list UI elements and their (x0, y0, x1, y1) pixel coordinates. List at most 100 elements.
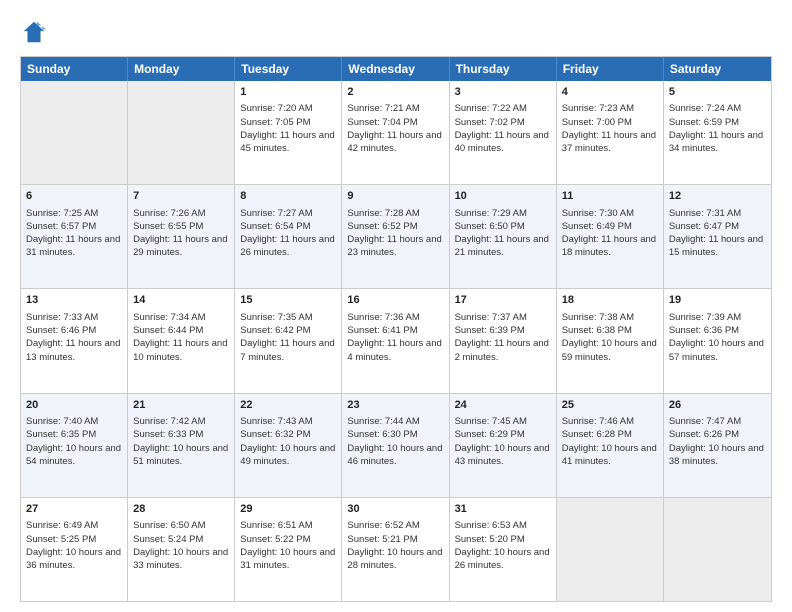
day-number: 1 (240, 85, 336, 100)
day-content-line: Daylight: 11 hours and 15 minutes. (669, 233, 766, 260)
day-number: 7 (133, 189, 229, 204)
day-content-line: Daylight: 11 hours and 29 minutes. (133, 233, 229, 260)
day-number: 16 (347, 293, 443, 308)
day-content-line: Sunrise: 7:29 AM (455, 207, 551, 220)
day-content-line: Daylight: 11 hours and 37 minutes. (562, 129, 658, 156)
weekday-header-friday: Friday (557, 57, 664, 81)
day-content-line: Sunrise: 7:45 AM (455, 415, 551, 428)
day-content-line: Sunrise: 6:51 AM (240, 519, 336, 532)
day-content-line: Sunset: 5:22 PM (240, 533, 336, 546)
logo-icon (20, 18, 48, 46)
day-content-line: Sunset: 6:28 PM (562, 428, 658, 441)
day-number: 22 (240, 398, 336, 413)
day-number: 25 (562, 398, 658, 413)
day-content-line: Sunrise: 7:44 AM (347, 415, 443, 428)
day-content-line: Daylight: 10 hours and 28 minutes. (347, 546, 443, 573)
day-content-line: Daylight: 11 hours and 23 minutes. (347, 233, 443, 260)
day-content-line: Sunrise: 7:22 AM (455, 102, 551, 115)
day-cell-3: 3Sunrise: 7:22 AMSunset: 7:02 PMDaylight… (450, 81, 557, 184)
header (20, 18, 772, 46)
day-number: 15 (240, 293, 336, 308)
weekday-header-monday: Monday (128, 57, 235, 81)
day-content-line: Sunrise: 7:30 AM (562, 207, 658, 220)
day-content-line: Sunset: 5:20 PM (455, 533, 551, 546)
day-content-line: Sunset: 5:25 PM (26, 533, 122, 546)
day-cell-22: 22Sunrise: 7:43 AMSunset: 6:32 PMDayligh… (235, 394, 342, 497)
day-number: 3 (455, 85, 551, 100)
day-cell-19: 19Sunrise: 7:39 AMSunset: 6:36 PMDayligh… (664, 289, 771, 392)
day-number: 13 (26, 293, 122, 308)
day-content-line: Sunrise: 7:26 AM (133, 207, 229, 220)
day-number: 31 (455, 502, 551, 517)
day-number: 19 (669, 293, 766, 308)
day-number: 9 (347, 189, 443, 204)
day-content-line: Sunset: 6:41 PM (347, 324, 443, 337)
day-content-line: Sunset: 6:42 PM (240, 324, 336, 337)
calendar-row-1: 1Sunrise: 7:20 AMSunset: 7:05 PMDaylight… (21, 81, 771, 184)
day-content-line: Sunrise: 7:28 AM (347, 207, 443, 220)
day-content-line: Daylight: 11 hours and 2 minutes. (455, 337, 551, 364)
day-content-line: Sunrise: 7:40 AM (26, 415, 122, 428)
day-content-line: Daylight: 10 hours and 54 minutes. (26, 442, 122, 469)
day-content-line: Sunrise: 7:21 AM (347, 102, 443, 115)
day-content-line: Daylight: 10 hours and 33 minutes. (133, 546, 229, 573)
day-number: 10 (455, 189, 551, 204)
empty-cell (557, 498, 664, 601)
day-content-line: Daylight: 11 hours and 42 minutes. (347, 129, 443, 156)
day-content-line: Sunset: 6:52 PM (347, 220, 443, 233)
day-cell-21: 21Sunrise: 7:42 AMSunset: 6:33 PMDayligh… (128, 394, 235, 497)
day-cell-28: 28Sunrise: 6:50 AMSunset: 5:24 PMDayligh… (128, 498, 235, 601)
day-content-line: Sunset: 7:05 PM (240, 116, 336, 129)
day-content-line: Daylight: 10 hours and 59 minutes. (562, 337, 658, 364)
day-content-line: Sunset: 6:57 PM (26, 220, 122, 233)
day-content-line: Daylight: 11 hours and 45 minutes. (240, 129, 336, 156)
day-number: 27 (26, 502, 122, 517)
day-content-line: Sunset: 6:33 PM (133, 428, 229, 441)
day-content-line: Sunrise: 6:52 AM (347, 519, 443, 532)
day-number: 6 (26, 189, 122, 204)
weekday-header-thursday: Thursday (450, 57, 557, 81)
day-cell-25: 25 Sunrise: 7:46 AMSunset: 6:28 PMDayligh… (557, 394, 664, 497)
day-content-line: Sunset: 6:47 PM (669, 220, 766, 233)
empty-cell (128, 81, 235, 184)
day-content-line: Sunrise: 7:46 AM (562, 415, 658, 428)
day-content-line: Daylight: 10 hours and 41 minutes. (562, 442, 658, 469)
day-cell-5: 5Sunrise: 7:24 AMSunset: 6:59 PMDaylight… (664, 81, 771, 184)
day-content-line: Sunrise: 7:31 AM (669, 207, 766, 220)
day-number: 2 (347, 85, 443, 100)
day-number: 18 (562, 293, 658, 308)
day-content-line: Daylight: 11 hours and 21 minutes. (455, 233, 551, 260)
day-number: 30 (347, 502, 443, 517)
page: SundayMondayTuesdayWednesdayThursdayFrid… (0, 0, 792, 612)
day-content-line: Daylight: 10 hours and 36 minutes. (26, 546, 122, 573)
day-content-line: Sunrise: 7:38 AM (562, 311, 658, 324)
day-cell-18: 18Sunrise: 7:38 AMSunset: 6:38 PMDayligh… (557, 289, 664, 392)
calendar-row-2: 6Sunrise: 7:25 AMSunset: 6:57 PMDaylight… (21, 184, 771, 288)
weekday-header-sunday: Sunday (21, 57, 128, 81)
day-cell-20: 20Sunrise: 7:40 AMSunset: 6:35 PMDayligh… (21, 394, 128, 497)
day-content-line: Sunset: 7:04 PM (347, 116, 443, 129)
day-content-line: Sunset: 5:24 PM (133, 533, 229, 546)
day-content-line: Daylight: 10 hours and 49 minutes. (240, 442, 336, 469)
day-cell-16: 16Sunrise: 7:36 AMSunset: 6:41 PMDayligh… (342, 289, 449, 392)
day-content-line: Sunset: 6:44 PM (133, 324, 229, 337)
day-cell-15: 15Sunrise: 7:35 AMSunset: 6:42 PMDayligh… (235, 289, 342, 392)
day-number: 11 (562, 189, 658, 204)
day-content-line: Sunrise: 7:34 AM (133, 311, 229, 324)
day-content-line: Daylight: 10 hours and 46 minutes. (347, 442, 443, 469)
day-cell-26: 26Sunrise: 7:47 AMSunset: 6:26 PMDayligh… (664, 394, 771, 497)
day-content-line: Daylight: 11 hours and 10 minutes. (133, 337, 229, 364)
weekday-header-saturday: Saturday (664, 57, 771, 81)
day-content-line: Sunset: 6:55 PM (133, 220, 229, 233)
day-cell-4: 4Sunrise: 7:23 AMSunset: 7:00 PMDaylight… (557, 81, 664, 184)
day-cell-10: 10Sunrise: 7:29 AMSunset: 6:50 PMDayligh… (450, 185, 557, 288)
day-cell-13: 13Sunrise: 7:33 AMSunset: 6:46 PMDayligh… (21, 289, 128, 392)
day-content-line: Sunset: 7:02 PM (455, 116, 551, 129)
logo (20, 18, 52, 46)
day-content-line: Sunset: 6:39 PM (455, 324, 551, 337)
calendar-row-3: 13Sunrise: 7:33 AMSunset: 6:46 PMDayligh… (21, 288, 771, 392)
day-content-line: Daylight: 11 hours and 18 minutes. (562, 233, 658, 260)
day-content-line: Sunrise: 7:47 AM (669, 415, 766, 428)
day-content-line: Sunrise: 6:49 AM (26, 519, 122, 532)
day-cell-27: 27 Sunrise: 6:49 AMSunset: 5:25 PMDayligh… (21, 498, 128, 601)
